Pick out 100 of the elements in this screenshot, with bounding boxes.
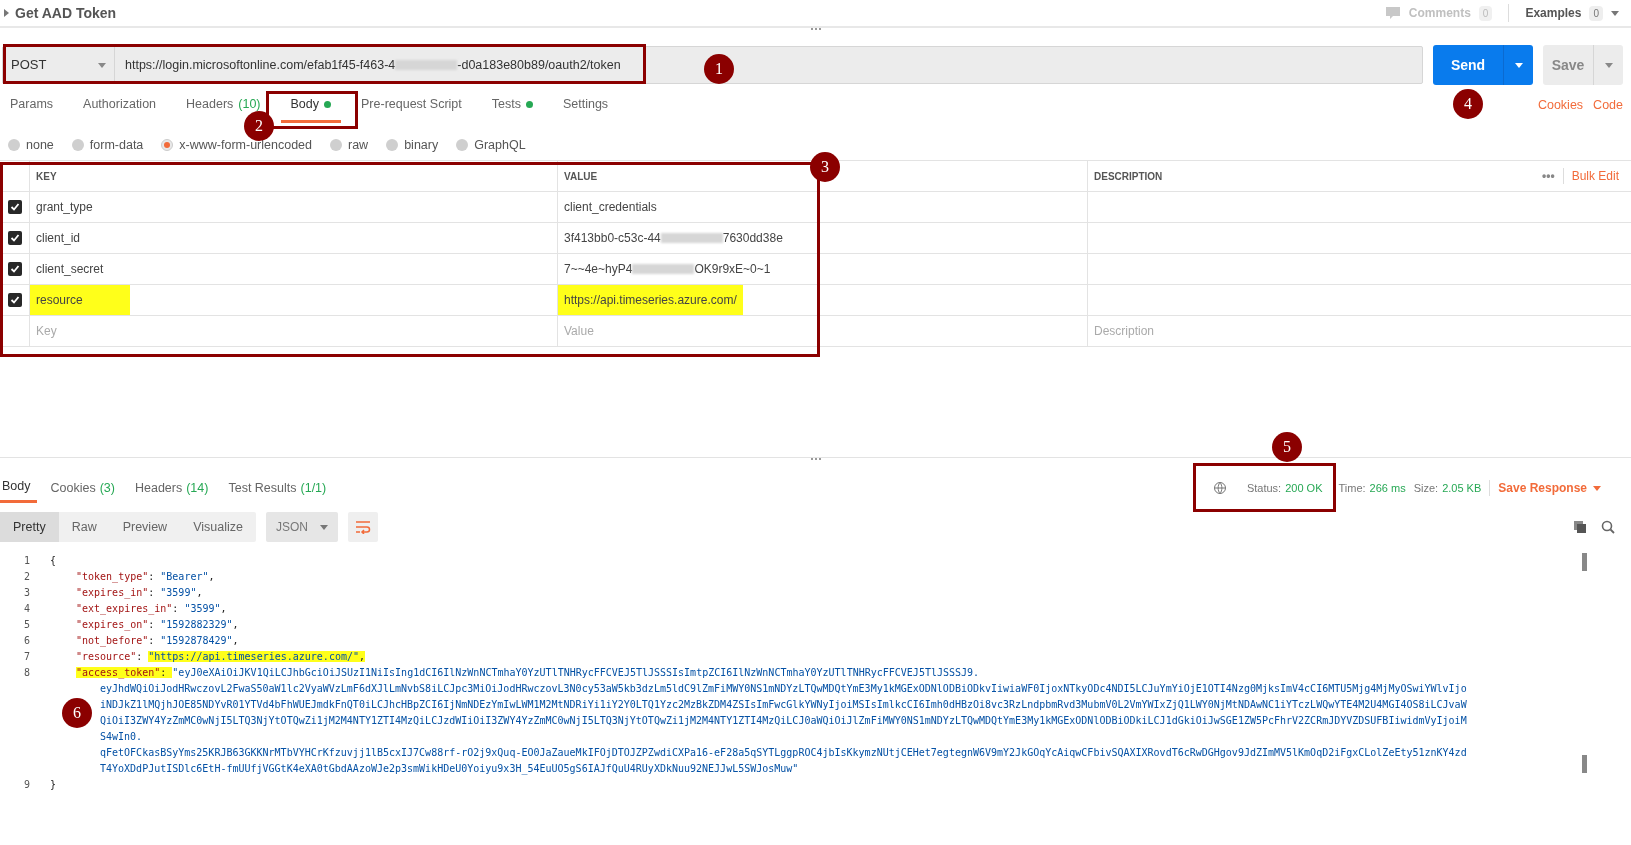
view-mode-tab[interactable]: Raw xyxy=(58,512,110,542)
tab-label: Settings xyxy=(562,96,609,112)
code-token: "not_before" xyxy=(76,635,149,646)
request-title: Get AAD Token xyxy=(15,3,117,23)
code-token: , xyxy=(232,619,239,630)
radio-button[interactable] xyxy=(456,139,469,151)
radio-button[interactable] xyxy=(161,139,174,151)
code-token: : xyxy=(148,571,156,582)
globe-icon xyxy=(1212,481,1227,495)
response-tab[interactable]: Headers (14) xyxy=(128,473,215,503)
line-number: 1 xyxy=(22,554,30,568)
checkbox[interactable] xyxy=(7,262,22,276)
comment-icon xyxy=(1384,6,1401,20)
code-token: "resource" xyxy=(76,651,137,662)
checkbox[interactable] xyxy=(7,200,22,214)
code-line: qFetOFCkasBSyYms25KRJB63GKKNrMTbVYHCrKfzuvjj1lB5cxIJ7Cw88rf-rO2j9xQuq-EO0JaZaueMkIFOjDTOJZPZwdiCXPa16-eF28a5qSYTLggpROC4jbIsKkymzNUtjCEHet7egtegnW6V9mY2JkGOqYcAiqwCFbivSQAXIXRovdT6cRwDGHgov9JdZImMV5lKmOqD2iFgxCLolZeEty51znKY4zd xyxy=(100,747,1467,758)
examples-tab[interactable]: Examples xyxy=(1525,4,1582,22)
view-mode-tab[interactable]: Visualize xyxy=(180,512,256,542)
code-token: : xyxy=(148,635,156,646)
request-tab[interactable]: Params xyxy=(0,96,64,112)
time-label: Time: xyxy=(1338,480,1366,496)
line-number: 7 xyxy=(22,650,30,664)
bulk-edit-link[interactable]: Bulk Edit xyxy=(1571,167,1619,185)
key-cell[interactable]: client_secret xyxy=(30,254,110,284)
method-dropdown[interactable]: POST xyxy=(3,47,115,83)
code-token: "ext_expires_in" xyxy=(76,603,173,614)
radio-label: GraphQL xyxy=(474,136,526,154)
tab-label: Cookies xyxy=(50,479,96,497)
code-token: "access_token" xyxy=(76,667,161,678)
column-header: DESCRIPTION xyxy=(1094,169,1163,184)
value-text: 3f413bb0-c53c-44 xyxy=(564,230,661,247)
value-text: -d0a183e80b89/oauth2/token xyxy=(457,56,621,74)
copy-icon[interactable] xyxy=(1573,520,1587,534)
code-token: "expires_in" xyxy=(76,587,149,598)
save-response-button[interactable]: Save Response xyxy=(1498,479,1601,497)
checkbox[interactable] xyxy=(7,231,22,245)
value-cell[interactable]: https://api.timeseries.azure.com/ xyxy=(558,285,743,315)
response-tab[interactable]: Body xyxy=(0,473,37,503)
wrap-lines-icon xyxy=(354,520,371,534)
value-cell[interactable]: client_credentials xyxy=(558,192,663,222)
code-token: : xyxy=(172,603,180,614)
annotation-marker: 3 xyxy=(810,152,840,182)
radio-label: none xyxy=(26,136,54,154)
code-token: "expires_on" xyxy=(76,619,149,630)
code-token: , xyxy=(208,571,215,582)
request-tab[interactable]: Body xyxy=(280,96,342,123)
line-number: 6 xyxy=(22,634,30,648)
line-number: 9 xyxy=(22,778,30,792)
code-token: , xyxy=(220,603,227,614)
request-tab[interactable]: Authorization xyxy=(73,96,167,112)
size-value: 2.05 KB xyxy=(1442,480,1482,496)
tab-count: (1/1) xyxy=(300,479,327,497)
url-field[interactable]: https://login.microsoftonline.com/efab1f45-f463-4 -d0a183e80b89/oauth2/token xyxy=(115,47,631,83)
radio-button[interactable] xyxy=(386,139,399,151)
tab-label: Params xyxy=(10,96,54,112)
key-cell[interactable]: resource xyxy=(30,285,130,315)
status-label: Status: xyxy=(1246,480,1282,496)
expand-caret-icon[interactable] xyxy=(4,9,9,17)
send-button[interactable]: Send xyxy=(1433,45,1503,85)
link[interactable]: Cookies xyxy=(1537,96,1584,115)
request-tab[interactable]: Tests xyxy=(481,96,543,112)
key-cell[interactable]: client_id xyxy=(30,223,87,253)
radio-button[interactable] xyxy=(8,139,20,151)
size-label: Size: xyxy=(1413,480,1439,496)
link[interactable]: Code xyxy=(1593,96,1623,115)
request-tab[interactable]: Pre-request Script xyxy=(351,96,472,112)
search-icon[interactable] xyxy=(1601,520,1615,534)
checkbox[interactable] xyxy=(7,293,22,307)
radio-button[interactable] xyxy=(330,139,342,151)
scrollbar[interactable] xyxy=(1582,553,1587,773)
save-button[interactable]: Save xyxy=(1543,45,1593,85)
view-mode-tab[interactable]: Preview xyxy=(109,512,181,542)
more-options-button[interactable]: ••• xyxy=(1542,167,1555,185)
radio-button[interactable] xyxy=(71,139,84,151)
code-line: S4wIn0. xyxy=(100,731,143,742)
code-token: "token_type" xyxy=(76,571,149,582)
code-token: "Bearer" xyxy=(160,571,209,582)
tab-label: Tests xyxy=(491,96,521,112)
request-tab[interactable]: Headers (10) xyxy=(176,96,271,112)
caret-icon[interactable] xyxy=(1611,10,1619,16)
format-dropdown[interactable]: JSON xyxy=(265,512,338,542)
line-number: 2 xyxy=(22,570,30,584)
value-cell[interactable]: 3f413bb0-c53c-44 7630dd38e xyxy=(558,223,789,253)
blurred-text xyxy=(660,233,723,243)
wrap-lines-button[interactable] xyxy=(347,512,378,542)
value-cell[interactable]: 7~~4e~hyP4 OK9r9xE~0~1 xyxy=(558,254,777,284)
tab-label: Authorization xyxy=(83,96,157,112)
tab-count: (14) xyxy=(186,479,209,497)
request-tab[interactable]: Settings xyxy=(552,96,619,112)
response-tab[interactable]: Test Results (1/1) xyxy=(222,473,333,503)
radio-label: form-data xyxy=(89,136,144,154)
key-cell[interactable]: grant_type xyxy=(30,192,99,222)
code-token: "1592882329" xyxy=(160,619,233,630)
view-mode-tab[interactable]: Pretty xyxy=(0,512,59,542)
value-text: 7~~4e~hyP4 xyxy=(564,261,633,278)
code-line: QiOiI3ZWY4YzZmMC0wNjI5LTQ3NjYtOTQwZi1jM2M4NTY1ZTI4MzQiLCJzdWIiOiI3ZWY4YzZmMC0wNjI5LTQ3NjYtOTQwZi1jM2M4NTY1ZTI4MzQiLCJ0aWQiOiJlZmFiMWY0NS1mNDYzLTQwMDQtYmE3My1kMGExODNlODBiODkiLCJ1dGkiOiJwSGE1ZW5PcFhrV2ZCRmJDYVZDSUFBIiwidmVyIjoiM xyxy=(100,715,1467,726)
code-line: T4YoXDdPJutISDlc6EtH-fmUUfjVGGtK4eXA0tGbdAAzoWJe2p3smWikHDeU0Yoiyu9x3H_54EuUO5gS6IAJfQuU4RUyXDkNuu92NEJJwL5SWJosMuw" xyxy=(100,763,799,774)
send-options-button[interactable] xyxy=(1503,45,1533,85)
annotation-marker: 2 xyxy=(244,111,274,141)
response-tab[interactable]: Cookies (3) xyxy=(44,473,121,503)
